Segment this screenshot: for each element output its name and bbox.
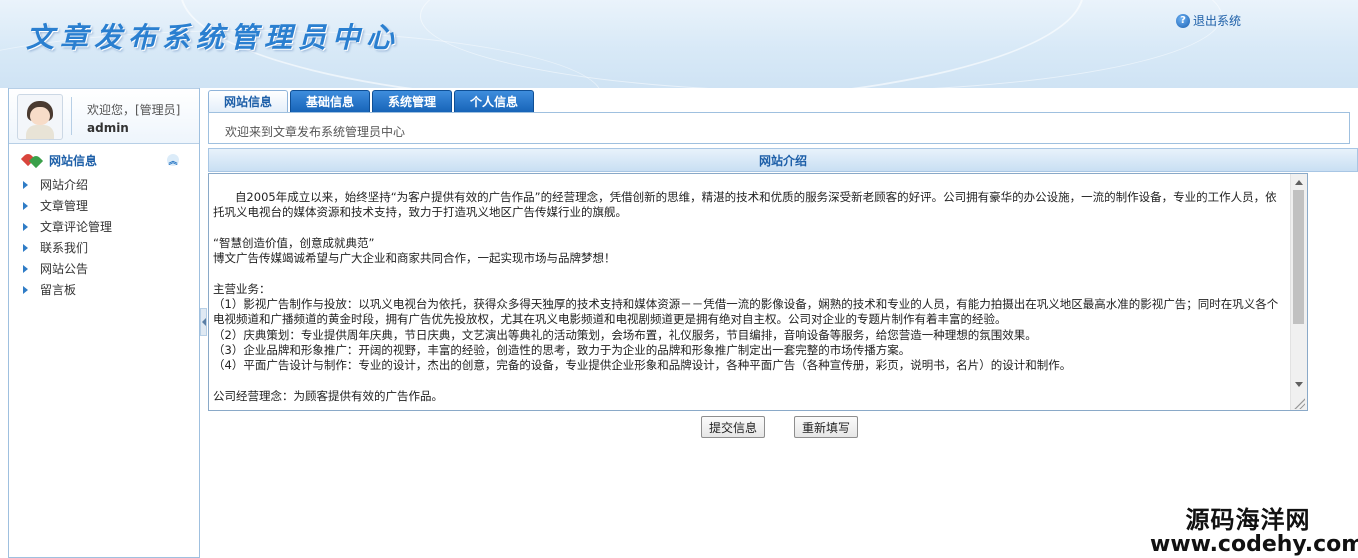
sidebar-item-label: 联系我们 (40, 241, 89, 255)
user-panel: 欢迎您，[管理员] admin (9, 88, 199, 144)
sidebar-item-comment-manage[interactable]: 文章评论管理 (23, 216, 112, 237)
sidebar-item-site-intro[interactable]: 网站介绍 (23, 174, 112, 195)
avatar (17, 94, 63, 140)
scroll-up-icon[interactable] (1295, 180, 1303, 185)
divider (71, 97, 72, 135)
submit-button[interactable]: 提交信息 (701, 416, 766, 438)
sidebar-item-label: 文章管理 (40, 199, 89, 213)
content-text[interactable]: 自2005年成立以来，始终坚持“为客户提供有效的广告作品”的经营理念，凭借创新的… (213, 190, 1287, 404)
hearts-icon (20, 151, 45, 169)
resize-grip-icon[interactable] (1293, 397, 1305, 409)
help-question-icon: ? (1176, 13, 1190, 28)
form-buttons: 提交信息 重新填写 (701, 416, 859, 438)
triangle-right-icon (23, 201, 28, 210)
tab-basic-info[interactable]: 基础信息 (290, 90, 370, 112)
sidebar-item-announcement[interactable]: 网站公告 (23, 258, 112, 279)
sidebar-item-label: 留言板 (40, 283, 77, 297)
watermark-line1: 源码海洋网 (1185, 506, 1311, 534)
section-title: 网站介绍 (208, 148, 1358, 172)
scroll-thumb[interactable] (1293, 190, 1304, 324)
sidebar-group-header[interactable]: 网站信息 ︽ (20, 151, 179, 169)
triangle-right-icon (23, 243, 28, 252)
sidebar-item-label: 网站介绍 (40, 178, 89, 192)
tab-system-manage[interactable]: 系统管理 (372, 90, 452, 112)
welcome-message: 欢迎来到文章发布系统管理员中心 (225, 125, 406, 139)
sidebar-item-article-manage[interactable]: 文章管理 (23, 195, 112, 216)
double-chevron-up-icon[interactable]: ︽ (167, 154, 179, 167)
triangle-right-icon (23, 285, 28, 294)
triangle-right-icon (23, 264, 28, 273)
watermark: 源码海洋网 www.codehy.com (1150, 500, 1358, 557)
page-header: 文章发布系统管理员中心 ? 退出系统 (0, 0, 1358, 88)
username: admin (87, 121, 129, 135)
watermark-line2: www.codehy.com (1150, 532, 1358, 557)
logout-link[interactable]: ? 退出系统 (1176, 12, 1241, 29)
reset-button[interactable]: 重新填写 (794, 416, 859, 438)
welcome-text: 欢迎您，[管理员] (87, 103, 181, 117)
content-textarea[interactable]: 自2005年成立以来，始终坚持“为客户提供有效的广告作品”的经营理念，凭借创新的… (208, 173, 1308, 411)
tab-personal-info[interactable]: 个人信息 (454, 90, 534, 112)
sidebar-toggle-handle[interactable] (200, 308, 207, 336)
sidebar-item-guestbook[interactable]: 留言板 (23, 279, 112, 300)
sidebar-item-label: 文章评论管理 (40, 220, 113, 234)
sidebar-group-label: 网站信息 (49, 153, 98, 168)
scroll-down-icon[interactable] (1295, 382, 1303, 387)
vertical-scrollbar[interactable] (1290, 174, 1307, 410)
tab-site-info[interactable]: 网站信息 (208, 90, 288, 112)
sidebar: 欢迎您，[管理员] admin 网站信息 ︽ 网站介绍 文章管理 文章评论管理 … (8, 88, 200, 558)
sidebar-item-label: 网站公告 (40, 262, 89, 276)
logout-label: 退出系统 (1193, 14, 1242, 28)
tab-content-bar: 欢迎来到文章发布系统管理员中心 (208, 112, 1350, 144)
sidebar-item-contact[interactable]: 联系我们 (23, 237, 112, 258)
sidebar-menu: 网站介绍 文章管理 文章评论管理 联系我们 网站公告 留言板 (23, 174, 112, 300)
top-tabs: 网站信息 基础信息 系统管理 个人信息 (208, 90, 534, 112)
triangle-right-icon (23, 180, 28, 189)
triangle-right-icon (23, 222, 28, 231)
site-title: 文章发布系统管理员中心 (26, 21, 401, 54)
